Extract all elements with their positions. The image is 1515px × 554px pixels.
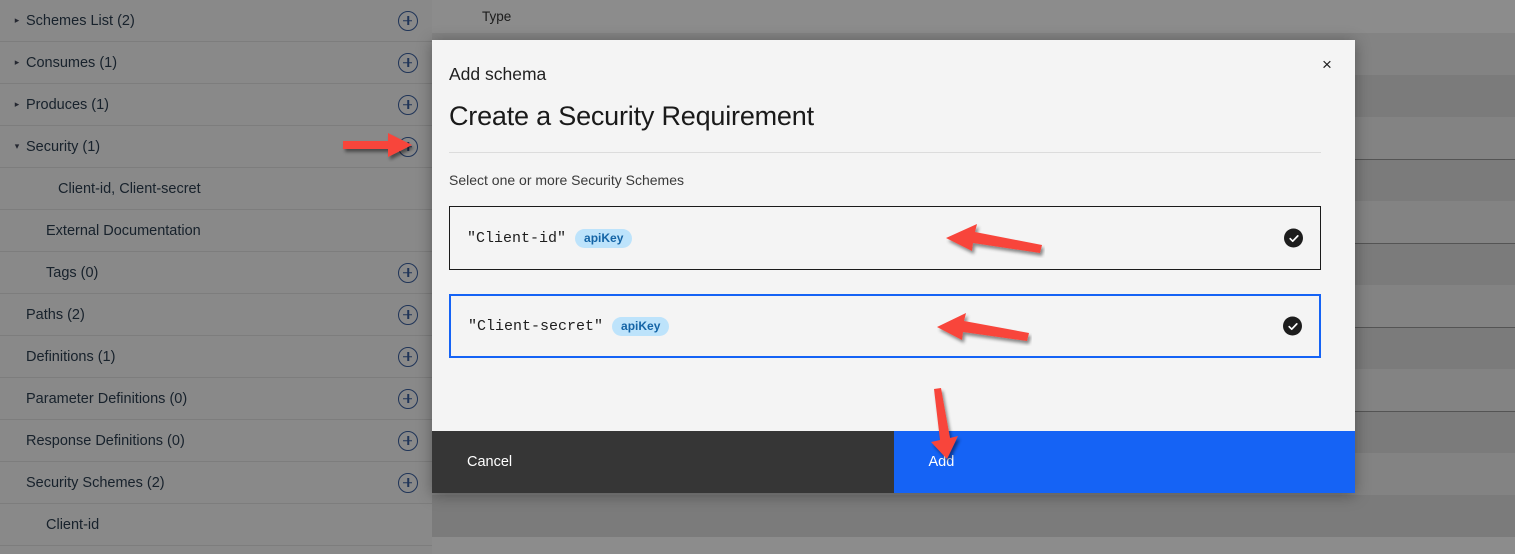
security-scheme-type-badge: apiKey bbox=[575, 228, 633, 248]
cancel-button[interactable]: Cancel bbox=[432, 431, 894, 493]
check-circle-icon[interactable] bbox=[1284, 228, 1303, 248]
security-scheme-name: "Client-secret" bbox=[468, 317, 604, 335]
security-scheme-option[interactable]: "Client-secret" apiKey bbox=[449, 294, 1321, 358]
dialog-title: Create a Security Requirement bbox=[449, 101, 814, 131]
add-button[interactable]: Add bbox=[893, 431, 1355, 493]
close-icon[interactable]: × bbox=[1313, 50, 1341, 78]
dialog-kicker: Add schema bbox=[449, 64, 547, 84]
security-scheme-list: "Client-id" apiKey "Client-secret" apiKey bbox=[449, 206, 1321, 358]
security-scheme-type-badge: apiKey bbox=[612, 316, 670, 336]
dialog-footer: Cancel Add bbox=[432, 431, 1355, 493]
dialog-subtitle: Select one or more Security Schemes bbox=[449, 172, 684, 188]
divider bbox=[449, 152, 1321, 153]
check-circle-icon[interactable] bbox=[1283, 316, 1302, 336]
add-schema-dialog: × Add schema Create a Security Requireme… bbox=[432, 40, 1355, 493]
dialog-body: Add schema Create a Security Requirement… bbox=[432, 40, 1355, 431]
app-root: Type ▸ Schemes List (2) ▸ Consumes (1) ▸ Prod… bbox=[0, 0, 1515, 554]
security-scheme-option[interactable]: "Client-id" apiKey bbox=[449, 206, 1321, 270]
security-scheme-name: "Client-id" bbox=[467, 229, 567, 247]
